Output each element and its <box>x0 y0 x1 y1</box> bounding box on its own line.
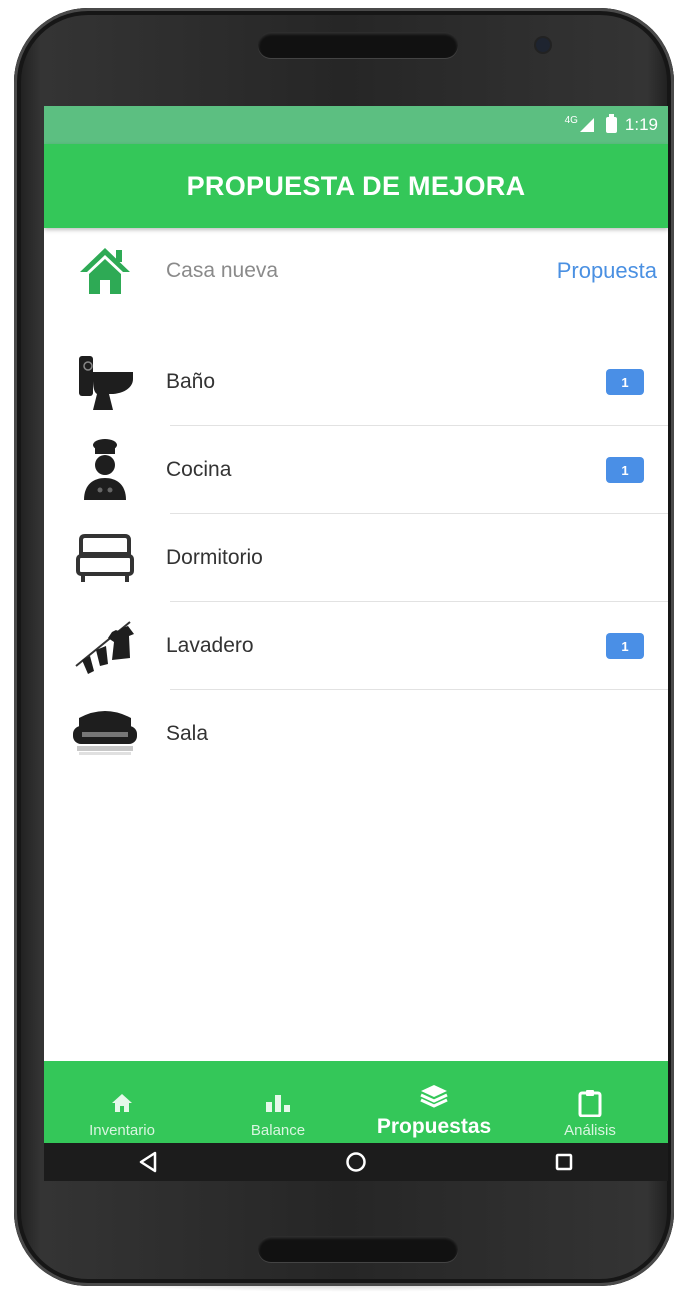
house-name: Casa nueva <box>166 259 279 282</box>
propuesta-link[interactable]: Propuesta <box>557 258 657 284</box>
room-label: Lavadero <box>166 634 254 657</box>
list-item-bano[interactable]: Baño 1 <box>44 338 668 426</box>
count-badge: 1 <box>606 457 644 483</box>
status-bar: 4G 1:19 <box>44 106 668 144</box>
count-badge: 1 <box>606 633 644 659</box>
tab-label: Análisis <box>564 1122 616 1139</box>
layers-icon <box>420 1079 448 1113</box>
clipboard-icon <box>578 1086 602 1120</box>
tab-propuestas[interactable]: Propuestas <box>356 1061 512 1143</box>
room-label: Dormitorio <box>166 546 263 569</box>
list-item-cocina[interactable]: Cocina 1 <box>44 426 668 514</box>
toilet-icon <box>44 338 166 426</box>
page-title: PROPUESTA DE MEJORA <box>186 170 526 201</box>
network-type: 4G <box>564 114 578 126</box>
bottom-speaker <box>258 1236 458 1262</box>
recents-icon[interactable] <box>544 1143 584 1181</box>
tab-label: Inventario <box>89 1122 155 1139</box>
app-bar: PROPUESTA DE MEJORA <box>44 144 668 228</box>
tab-label: Propuestas <box>376 1115 492 1138</box>
tab-label: Balance <box>250 1122 306 1139</box>
room-label: Baño <box>166 370 216 393</box>
clothesline-icon <box>44 602 166 690</box>
rooms-list: Baño 1 Cocina 1 Dormitorio Lavadero 1 Sa… <box>44 338 668 778</box>
list-item-dormitorio[interactable]: Dormitorio <box>44 514 668 602</box>
bed-icon <box>44 514 166 602</box>
house-icon <box>44 246 166 296</box>
bottom-tab-bar: Inventario Balance Propuestas Análisis <box>44 1061 668 1143</box>
chef-icon <box>44 426 166 514</box>
top-speaker <box>258 32 458 58</box>
count-badge: 1 <box>606 369 644 395</box>
system-nav-bar <box>44 1143 668 1181</box>
home-circle-icon[interactable] <box>336 1143 376 1181</box>
bar-chart-icon <box>265 1086 291 1120</box>
signal-icon <box>579 118 594 132</box>
tab-analisis[interactable]: Análisis <box>512 1061 668 1143</box>
list-item-sala[interactable]: Sala <box>44 690 668 778</box>
status-time: 1:19 <box>624 115 658 134</box>
list-item-lavadero[interactable]: Lavadero 1 <box>44 602 668 690</box>
screen: 4G 1:19 PROPUESTA DE MEJORA Casa nueva P… <box>44 106 668 1181</box>
room-label: Sala <box>166 722 209 745</box>
battery-icon <box>605 114 617 133</box>
sofa-icon <box>44 690 166 778</box>
room-label: Cocina <box>166 458 232 481</box>
home-icon <box>111 1086 133 1120</box>
tab-inventario[interactable]: Inventario <box>44 1061 200 1143</box>
front-camera <box>536 38 550 52</box>
tab-balance[interactable]: Balance <box>200 1061 356 1143</box>
back-icon[interactable] <box>128 1143 168 1181</box>
home-row: Casa nueva Propuesta <box>44 240 668 302</box>
